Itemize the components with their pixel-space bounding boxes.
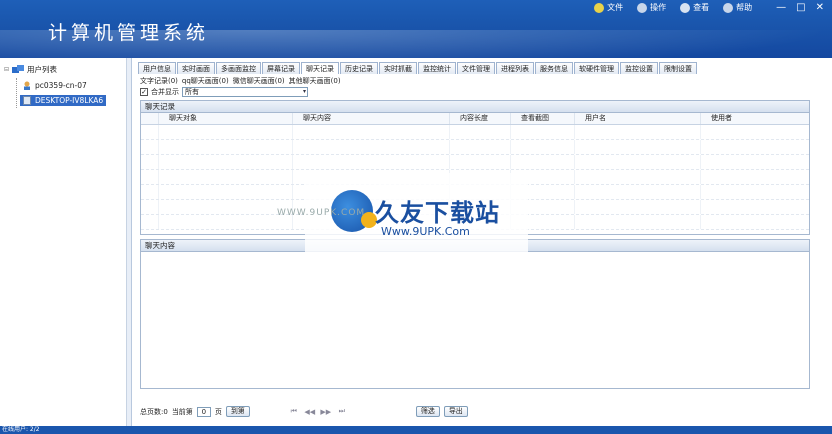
users-icon [12, 65, 25, 73]
watermark-brand: 久友下载站 [375, 199, 500, 227]
menu-file-label: 文件 [607, 3, 624, 12]
current-page-label: 当前第 [171, 407, 193, 416]
pager: 总页数:0 当前第 0 页 到第 ⏮ ◀◀ ▶▶ ⏭ 筛选 导出 [140, 406, 468, 417]
chat-content-panel: 聊天内容 [140, 239, 810, 389]
jump-button[interactable]: 到第 [225, 406, 250, 417]
user-icon [24, 81, 30, 90]
tab-live-screen[interactable]: 实时画面 [177, 62, 215, 74]
column-header[interactable]: 聊天内容 [293, 113, 450, 124]
top-menu: 文件 操作 查看 帮助 — □ ✕ [594, 2, 824, 13]
menu-operation[interactable]: 操作 [637, 2, 666, 13]
computer-icon [23, 96, 31, 105]
close-button[interactable]: ✕ [816, 2, 824, 13]
menu-view[interactable]: 查看 [680, 2, 709, 13]
menu-file[interactable]: 文件 [594, 2, 623, 13]
tree-item-pc0359[interactable]: pc0359-cn-07 [20, 80, 90, 91]
column-header[interactable]: 聊天对象 [159, 113, 293, 124]
column-header[interactable]: 使用者 [701, 113, 809, 124]
table-row[interactable] [141, 125, 809, 140]
app-title: 计算机管理系统 [48, 22, 210, 44]
restore-button[interactable]: □ [796, 2, 805, 13]
tab-process-list[interactable]: 进程列表 [496, 62, 534, 74]
export-button[interactable]: 导出 [443, 406, 468, 417]
last-page-icon[interactable]: ⏭ [336, 407, 348, 416]
subtab-wechat-screens[interactable]: 微信聊天画面(0) [233, 76, 285, 86]
page-unit: 页 [214, 407, 222, 416]
chevron-down-icon: ▾ [302, 88, 306, 95]
first-page-icon[interactable]: ⏮ [288, 407, 300, 416]
tab-history[interactable]: 历史记录 [340, 62, 378, 74]
view-icon [680, 2, 691, 13]
watermark-url: Www.9UPK.Com [381, 225, 470, 238]
subtab-qq-screens[interactable]: qq聊天画面(0) [182, 76, 229, 86]
file-icon [594, 2, 605, 13]
subtab-other-screens[interactable]: 其他聊天画面(0) [289, 76, 341, 86]
watermark-side-url: WWW.9UPK.COM [277, 208, 366, 218]
tab-monitor-stats[interactable]: 监控统计 [418, 62, 456, 74]
column-header[interactable]: 用户名 [575, 113, 701, 124]
tree-item-label: DESKTOP-IV8LKA6 [35, 96, 104, 105]
tree-item-desktop[interactable]: DESKTOP-IV8LKA6 [20, 95, 107, 106]
minimize-button[interactable]: — [776, 2, 786, 13]
menu-help[interactable]: 帮助 [723, 2, 752, 13]
tree-connector [16, 78, 17, 108]
tab-multi-screen[interactable]: 多画面监控 [216, 62, 261, 74]
table-row[interactable] [141, 140, 809, 155]
wrench-icon [637, 2, 648, 13]
tab-service-info[interactable]: 服务信息 [535, 62, 573, 74]
row-indicator-header [141, 113, 159, 124]
total-pages: 总页数:0 [140, 407, 168, 416]
tab-live-capture[interactable]: 实时抓截 [379, 62, 417, 74]
chat-record-panel-title: 聊天记录 [141, 101, 809, 113]
status-bar: 在线用户: 2/2 [0, 426, 832, 434]
tree-root-label: 用户列表 [27, 65, 58, 74]
menu-operation-label: 操作 [650, 3, 667, 12]
tree-item-label: pc0359-cn-07 [35, 81, 87, 90]
subtab-text-records[interactable]: 文字记录(0) [140, 76, 178, 86]
chat-content-area[interactable] [141, 252, 809, 389]
tab-monitor-settings[interactable]: 监控设置 [620, 62, 658, 74]
menu-help-label: 帮助 [736, 3, 753, 12]
tab-file-manager[interactable]: 文件管理 [457, 62, 495, 74]
merge-display-label: 合并显示 [151, 88, 179, 96]
tab-bar: 用户信息 实时画面 多画面监控 屏幕记录 聊天记录 历史记录 实时抓截 监控统计… [138, 62, 697, 74]
tree-root[interactable]: ⊟ 用户列表 [4, 64, 57, 75]
watermark: 久友下载站 Www.9UPK.Com WWW.9UPK.COM [277, 173, 528, 255]
help-icon [723, 2, 734, 13]
filter-select-value: 所有 [185, 88, 199, 96]
expand-icon[interactable]: ⊟ [4, 66, 9, 73]
merge-display-checkbox[interactable]: ✓ [140, 88, 148, 96]
tab-chat-record[interactable]: 聊天记录 [301, 62, 339, 74]
table-row[interactable] [141, 155, 809, 170]
tab-screen-record[interactable]: 屏幕记录 [262, 62, 300, 74]
filter-button[interactable]: 筛选 [415, 406, 440, 417]
tab-restriction-settings[interactable]: 限制设置 [659, 62, 697, 74]
column-header[interactable]: 查看截图 [511, 113, 575, 124]
subtab-bar: 文字记录(0) qq聊天画面(0) 微信聊天画面(0) 其他聊天画面(0) [140, 76, 341, 86]
filter-select[interactable]: 所有 ▾ [182, 87, 308, 97]
page-input[interactable]: 0 [196, 406, 211, 417]
title-bar: 计算机管理系统 文件 操作 查看 帮助 — □ ✕ [0, 0, 832, 58]
prev-page-icon[interactable]: ◀◀ [304, 408, 316, 416]
menu-view-label: 查看 [693, 3, 710, 12]
tab-hw-sw-manager[interactable]: 软硬件管理 [574, 62, 619, 74]
column-header[interactable]: 内容长度 [450, 113, 511, 124]
filter-row: ✓ 合并显示 所有 ▾ [140, 87, 308, 97]
sidebar: ⊟ 用户列表 pc0359-cn-07 DESKTOP-IV8LKA6 [0, 58, 127, 426]
next-page-icon[interactable]: ▶▶ [320, 408, 332, 416]
tab-user-info[interactable]: 用户信息 [138, 62, 176, 74]
window-controls: — □ ✕ [776, 2, 824, 13]
chat-record-grid-header: 聊天对象 聊天内容 内容长度 查看截图 用户名 使用者 [141, 113, 809, 125]
